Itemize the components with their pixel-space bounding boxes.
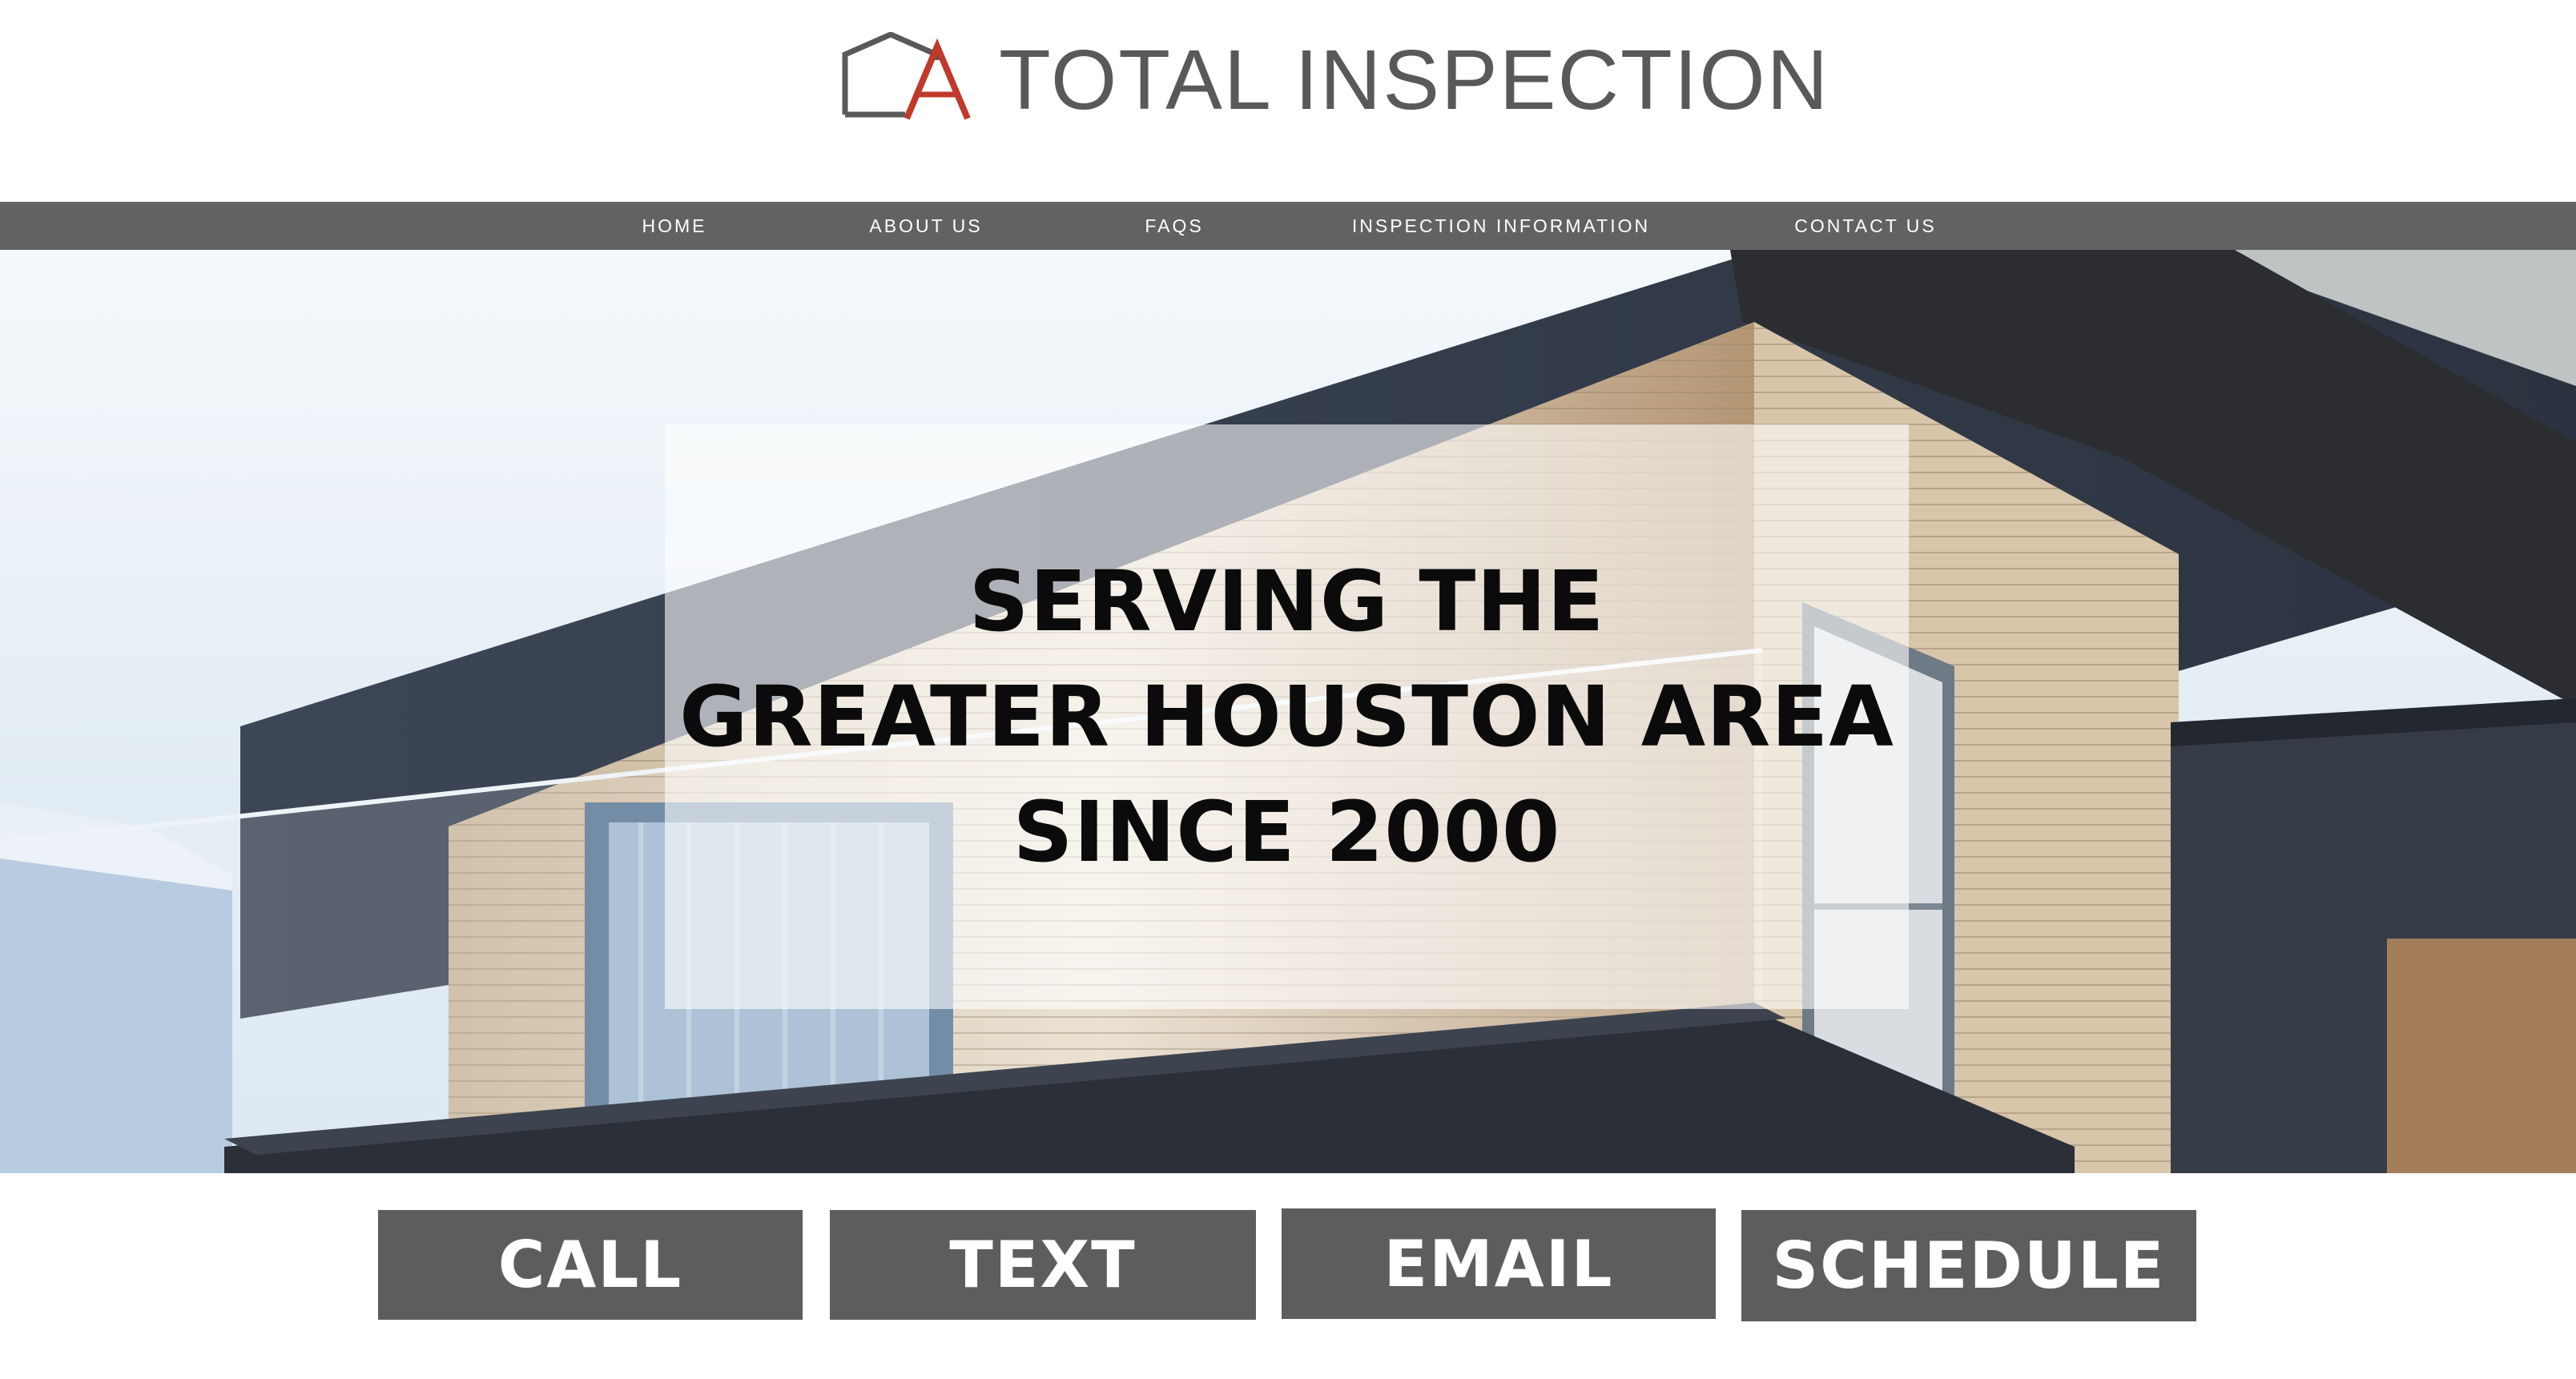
house-outline-logo-icon (842, 32, 971, 120)
hero-section: SERVING THE GREATER HOUSTON AREA SINCE 2… (0, 250, 2576, 1173)
hero-headline-line-2: GREATER HOUSTON AREA (679, 668, 1894, 766)
nav-item-faqs[interactable]: FAQS (1145, 202, 1203, 250)
nav-item-contact-us[interactable]: CONTACT US (1794, 202, 1936, 250)
site-header: TOTAL INSPECTION (0, 0, 2576, 202)
email-button[interactable]: EMAIL (1282, 1208, 1716, 1319)
contact-actions: CALL TEXT EMAIL SCHEDULE (0, 1173, 2576, 1379)
hero-headline-line-1: SERVING THE (968, 553, 1605, 650)
text-button[interactable]: TEXT (830, 1210, 1256, 1320)
hero-text-box: SERVING THE GREATER HOUSTON AREA SINCE 2… (665, 424, 1909, 1009)
main-nav: HOME ABOUT US FAQS INSPECTION INFORMATIO… (0, 202, 2576, 250)
nav-item-about-us[interactable]: ABOUT US (869, 202, 982, 250)
call-button[interactable]: CALL (378, 1210, 803, 1320)
hero-headline-line-3: SINCE 2000 (1012, 783, 1561, 881)
nav-item-home[interactable]: HOME (642, 202, 707, 250)
schedule-button[interactable]: SCHEDULE (1741, 1210, 2196, 1321)
brand-name: TOTAL INSPECTION (999, 33, 1830, 127)
nav-item-inspection-information[interactable]: INSPECTION INFORMATION (1352, 202, 1650, 250)
site-logo[interactable]: TOTAL INSPECTION (841, 32, 1829, 128)
